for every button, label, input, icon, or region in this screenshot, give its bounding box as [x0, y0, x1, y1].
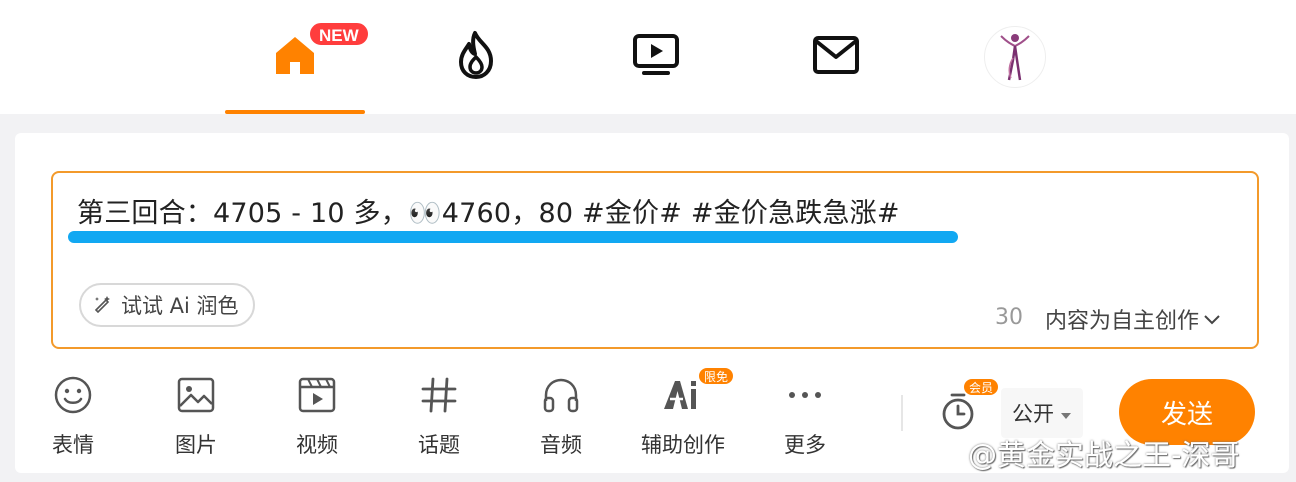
- watermark: @黄金实战之王-深哥: [918, 432, 1239, 474]
- text-highlight-bar: [68, 231, 958, 243]
- vip-badge: 会员: [963, 378, 1000, 396]
- image-label: 图片: [175, 433, 217, 457]
- post-text[interactable]: 第三回合：4705 - 10 多，👀4760，80 #金价# #金价急跌急涨#: [77, 191, 900, 230]
- magic-pen-icon: [93, 293, 113, 318]
- hashtag-icon: [419, 373, 459, 417]
- nav-messages[interactable]: [766, 0, 906, 114]
- ai-polish-button[interactable]: 试试 Ai 润色: [79, 283, 255, 327]
- avatar: [984, 26, 1046, 88]
- chevron-down-icon: [1203, 307, 1221, 332]
- video-button[interactable]: 视频: [262, 373, 372, 459]
- more-button[interactable]: 更多: [750, 373, 860, 459]
- emoji-label: 表情: [52, 433, 94, 457]
- topic-label: 话题: [418, 433, 460, 457]
- video-play-icon: [632, 32, 680, 82]
- video-label: 视频: [296, 433, 338, 457]
- fire-icon: [453, 29, 499, 85]
- mail-icon: [812, 35, 860, 79]
- toolbar-divider: [901, 395, 903, 431]
- char-count: 30: [995, 305, 1023, 330]
- emoji-button[interactable]: 表情: [18, 373, 128, 459]
- free-badge: 限免: [698, 367, 735, 385]
- ai-assist-label: 辅助创作: [641, 433, 725, 457]
- creation-type-label: 内容为自主创作: [1045, 309, 1200, 334]
- schedule-button[interactable]: [939, 391, 977, 435]
- composer-card: 第三回合：4705 - 10 多，👀4760，80 #金价# #金价急跌急涨# …: [15, 133, 1289, 473]
- topic-button[interactable]: 话题: [384, 373, 494, 459]
- headphones-icon: [541, 373, 581, 417]
- video-icon: [297, 373, 337, 417]
- audio-button[interactable]: 音频: [506, 373, 616, 459]
- ai-polish-label: 试试 Ai 润色: [121, 294, 239, 318]
- post-editor[interactable]: 第三回合：4705 - 10 多，👀4760，80 #金价# #金价急跌急涨# …: [51, 171, 1259, 349]
- image-icon: [176, 373, 216, 417]
- caret-down-icon: [1060, 401, 1072, 425]
- more-label: 更多: [784, 433, 826, 457]
- emoji-icon: [53, 373, 93, 417]
- nav-profile[interactable]: [945, 0, 1085, 114]
- watermark-text: @黄金实战之王-深哥: [968, 438, 1240, 472]
- ai-assist-button[interactable]: 辅助创作: [628, 373, 738, 459]
- new-badge: NEW: [308, 21, 370, 47]
- nav-video[interactable]: [586, 0, 726, 114]
- top-nav: NEW: [0, 0, 1296, 114]
- privacy-select[interactable]: 公开: [1001, 388, 1083, 438]
- audio-label: 音频: [540, 433, 582, 457]
- weibo-logo-icon: [918, 433, 962, 474]
- creation-type-select[interactable]: 内容为自主创作: [1045, 303, 1221, 335]
- privacy-label: 公开: [1012, 402, 1054, 426]
- nav-hot[interactable]: [406, 0, 546, 114]
- more-icon: [785, 373, 825, 417]
- nav-home[interactable]: NEW: [225, 0, 370, 114]
- image-button[interactable]: 图片: [141, 373, 251, 459]
